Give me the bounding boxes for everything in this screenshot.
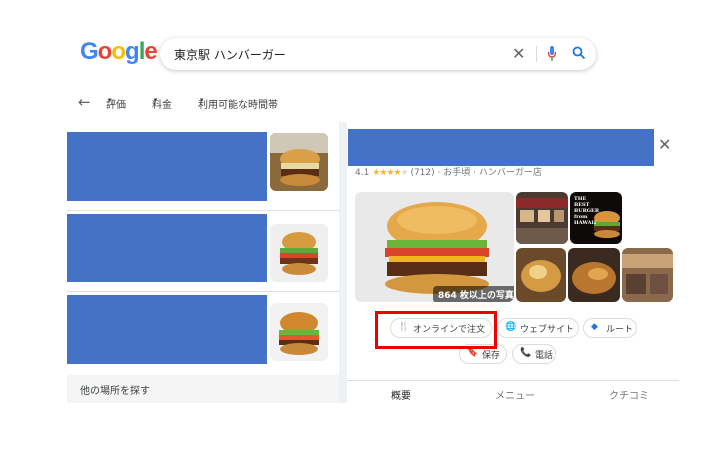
tab-reviews[interactable]: クチコミ — [609, 387, 649, 402]
close-icon[interactable]: ✕ — [658, 135, 671, 154]
chevron-down-icon: ▾ — [200, 96, 204, 104]
highlight-box — [375, 311, 497, 349]
tab-menu[interactable]: メニュー — [495, 387, 535, 402]
phone-icon: 📞 — [520, 348, 532, 358]
search-box[interactable]: 東京駅 ハンバーガー ✕ — [160, 38, 596, 70]
photo-poster[interactable]: THE BEST BURGER from HAWAII — [570, 192, 622, 244]
chevron-down-icon: ▾ — [108, 96, 112, 104]
map-strip[interactable] — [339, 122, 347, 403]
star-rating-icon: ★★★★★ — [372, 168, 408, 178]
results-list — [67, 122, 339, 403]
tab-overview[interactable]: 概要 — [391, 387, 411, 402]
tab-bar: 概要 メニュー クチコミ — [347, 380, 679, 404]
clear-icon[interactable]: ✕ — [512, 44, 525, 63]
google-logo[interactable]: Google — [80, 38, 158, 66]
photo-food-2[interactable] — [568, 248, 620, 302]
globe-icon: 🌐 — [505, 322, 517, 332]
photo-interior-2[interactable] — [622, 248, 673, 302]
search-divider — [536, 46, 537, 62]
more-places-link[interactable]: 他の場所を探す — [80, 382, 150, 397]
rating-line: 4.1 ★★★★★ (712) · お手頃 · ハンバーガー店 — [355, 168, 542, 178]
redacted-result-3[interactable] — [67, 295, 267, 364]
mic-icon[interactable] — [547, 44, 557, 64]
more-places-bar[interactable]: 他の場所を探す — [67, 375, 339, 403]
result-thumbnail-2[interactable] — [270, 224, 328, 282]
main-photo[interactable]: 864 枚以上の写真 — [355, 192, 514, 302]
directions-button[interactable]: ◆ ルート — [583, 318, 637, 338]
poster-text: THE BEST BURGER from HAWAII — [574, 196, 599, 226]
result-divider — [67, 210, 339, 211]
photo-food-1[interactable] — [516, 248, 566, 302]
place-detail-panel: ✕ 4.1 ★★★★★ (712) · お手頃 · ハンバーガー店 864 枚以… — [347, 122, 679, 403]
redacted-result-1[interactable] — [67, 132, 267, 201]
review-count[interactable]: (712) — [410, 168, 434, 178]
redacted-result-2[interactable] — [67, 214, 267, 282]
result-thumbnail-3[interactable] — [270, 303, 328, 361]
photo-count-badge[interactable]: 864 枚以上の写真 — [433, 286, 514, 302]
result-thumbnail-1[interactable] — [270, 133, 328, 191]
result-divider — [67, 291, 339, 292]
search-input[interactable]: 東京駅 ハンバーガー — [174, 46, 286, 63]
redacted-place-title — [348, 129, 654, 166]
photo-interior[interactable] — [516, 192, 568, 244]
search-icon[interactable] — [572, 46, 586, 60]
back-arrow-icon[interactable]: ← — [78, 93, 91, 111]
website-button[interactable]: 🌐 ウェブサイト — [497, 318, 579, 338]
bookmark-icon: 🔖 — [467, 348, 479, 358]
call-button[interactable]: 📞 電話 — [512, 344, 556, 364]
chevron-down-icon: ▾ — [154, 96, 158, 104]
directions-icon: ◆ — [591, 322, 598, 332]
